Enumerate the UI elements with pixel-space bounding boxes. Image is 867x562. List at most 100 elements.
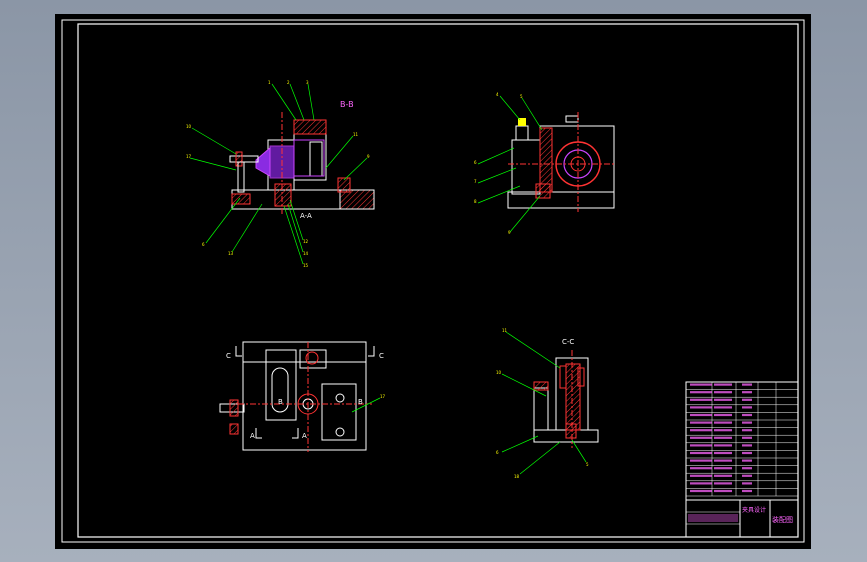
- cut-a-right: A: [302, 432, 307, 440]
- balloon: 4: [496, 92, 499, 97]
- balloon: 18: [514, 474, 520, 479]
- balloon: 8: [474, 199, 477, 204]
- balloon: 12: [303, 239, 309, 244]
- bb-inner-slot: [309, 141, 323, 177]
- top-hole-2: [335, 427, 345, 437]
- parts-cell-text: [714, 383, 732, 386]
- parts-cell-text: [714, 451, 732, 455]
- parts-cell-text: [742, 467, 752, 470]
- parts-cell-text: [690, 474, 712, 477]
- signature-row-fill: [688, 514, 738, 522]
- drawing-sheet: B-B A-A 1 2 3 10 11 17 9 6 13 12 14 15 4…: [55, 14, 811, 549]
- parts-cell-text: [742, 413, 752, 417]
- bb-top-block: [293, 119, 327, 135]
- parts-cell-text: [742, 482, 752, 485]
- bb-clamp-screw: [229, 155, 259, 163]
- parts-cell-text: [742, 383, 752, 386]
- parts-list-cells: [690, 383, 752, 493]
- parts-cell-text: [742, 489, 752, 493]
- cut-c-left: C: [226, 352, 231, 360]
- cc-slot: [559, 365, 567, 389]
- parts-cell-text: [742, 429, 752, 432]
- drawing-name: 装配图: [772, 515, 793, 524]
- parts-cell-text: [690, 451, 712, 455]
- balloon: 6: [202, 242, 205, 247]
- balloon: 2: [287, 80, 290, 85]
- parts-cell-text: [714, 391, 732, 394]
- parts-cell-text: [714, 429, 732, 432]
- parts-cell-text: [690, 391, 712, 394]
- top-hole-1: [335, 393, 345, 403]
- balloon: 11: [353, 132, 359, 137]
- parts-cell-text: [742, 391, 752, 394]
- parts-cell-text: [742, 406, 752, 409]
- balloon: 6: [474, 160, 477, 165]
- balloon: 6: [496, 450, 499, 455]
- parts-cell-text: [714, 444, 732, 447]
- top-cut-markers: [235, 346, 375, 439]
- balloon: 9: [367, 154, 370, 159]
- balloon: 9: [508, 230, 511, 235]
- top-screw-nut: [229, 399, 239, 417]
- balloon: 5: [586, 462, 589, 467]
- bb-base-hatch: [339, 189, 375, 210]
- parts-cell-text: [714, 398, 732, 401]
- parts-cell-text: [714, 467, 732, 470]
- balloon: 11: [502, 328, 508, 333]
- balloon: 13: [228, 251, 234, 256]
- parts-cell-text: [690, 406, 712, 409]
- cut-c-right: C: [379, 352, 384, 360]
- cc-view-title: C-C: [562, 338, 574, 346]
- parts-cell-text: [714, 406, 732, 409]
- parts-cell-text: [714, 436, 732, 439]
- parts-cell-text: [742, 451, 752, 455]
- parts-cell-text: [742, 398, 752, 401]
- bb-bottom-left-hatch: [231, 193, 251, 205]
- outer-frame: [61, 19, 805, 543]
- parts-cell-text: [742, 474, 752, 477]
- parts-cell-text: [690, 421, 712, 424]
- cc-left-post: [533, 387, 549, 431]
- parts-cell-text: [690, 459, 712, 462]
- cut-b-right: B: [358, 398, 363, 406]
- parts-cell-text: [690, 436, 712, 439]
- balloon: 7: [474, 179, 477, 184]
- parts-cell-text: [690, 383, 712, 386]
- top-view: C C B B A A 17: [219, 341, 386, 452]
- parts-cell-text: [690, 444, 712, 447]
- parts-cell-text: [714, 489, 732, 493]
- balloon: 14: [303, 251, 309, 256]
- cad-drawing-canvas: B-B A-A 1 2 3 10 11 17 9 6 13 12 14 15 4…: [61, 19, 805, 543]
- bb-view-title: B-B: [340, 100, 354, 109]
- parts-cell-text: [714, 482, 732, 485]
- side-balloons: 4 5 6 7 8 9: [474, 92, 523, 235]
- bb-workpiece-bore: [293, 139, 325, 177]
- parts-cell-text: [742, 444, 752, 447]
- parts-cell-text: [742, 436, 752, 439]
- section-view-bb: B-B A-A 1 2 3 10 11 17 9 6 13 12 14 15: [186, 80, 375, 268]
- parts-cell-text: [714, 413, 732, 417]
- parts-cell-text: [690, 398, 712, 401]
- side-view: 4 5 6 7 8 9: [474, 92, 615, 235]
- parts-cell-text: [690, 482, 712, 485]
- title-text: 夹具设计: [742, 506, 766, 514]
- balloon: 17: [380, 394, 386, 399]
- balloon: 3: [306, 80, 309, 85]
- top-slot-left: [265, 349, 297, 421]
- balloon: 17: [186, 154, 192, 159]
- cc-left-nut: [533, 381, 549, 391]
- parts-cell-text: [690, 489, 712, 493]
- cut-a-left: A: [250, 432, 255, 440]
- parts-cell-text: [714, 459, 732, 462]
- side-locating-pin: [535, 183, 551, 199]
- parts-cell-text: [742, 459, 752, 462]
- bb-view-subtitle: A-A: [300, 212, 312, 220]
- bb-locating-pin: [274, 183, 292, 207]
- balloon: 1: [268, 80, 271, 85]
- parts-cell-text: [690, 467, 712, 470]
- side-top-nut: [515, 125, 529, 141]
- side-pillar: [539, 127, 553, 193]
- bb-right-screw: [337, 177, 351, 193]
- parts-cell-text: [714, 421, 732, 424]
- top-clamp-block: [299, 349, 327, 369]
